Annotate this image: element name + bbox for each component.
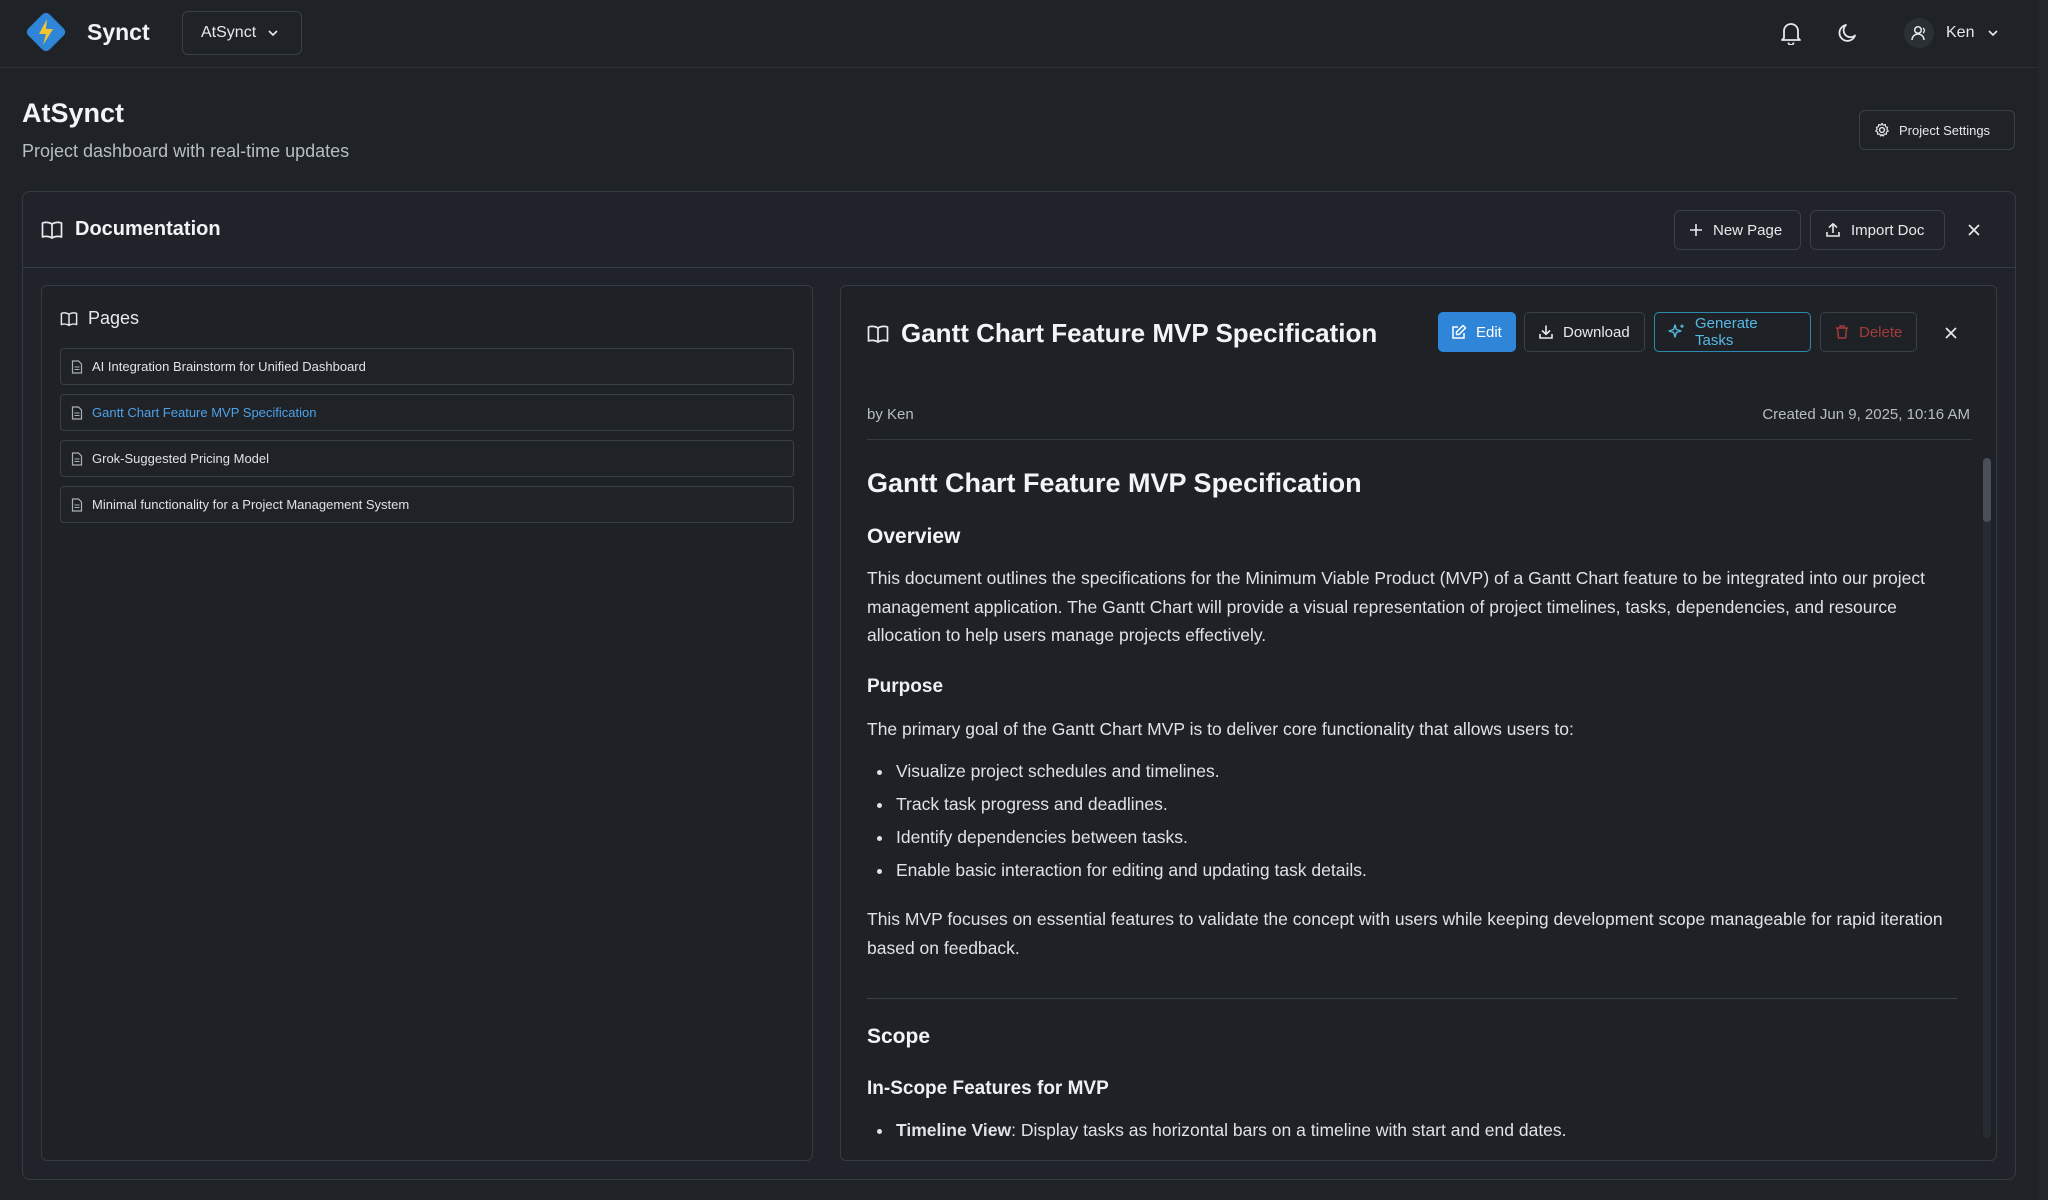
bell-icon[interactable] xyxy=(1778,18,1804,48)
edit-button[interactable]: Edit xyxy=(1438,312,1516,352)
synct-logo[interactable] xyxy=(22,8,70,56)
user-name: Ken xyxy=(1946,24,1975,41)
page-list-item-label: AI Integration Brainstorm for Unified Da… xyxy=(92,359,366,374)
page-list-item-label: Gantt Chart Feature MVP Specification xyxy=(92,405,317,420)
file-icon xyxy=(71,359,83,374)
plus-icon xyxy=(1689,223,1703,237)
trash-icon xyxy=(1834,324,1850,340)
bullet xyxy=(877,803,882,808)
purpose-intro: The primary goal of the Gantt Chart MVP … xyxy=(867,719,1574,739)
document-title-text: Gantt Chart Feature MVP Specification xyxy=(901,318,1378,348)
top-bar: Synct AtSynct Ken xyxy=(0,0,2048,68)
download-label: Download xyxy=(1563,323,1630,341)
download-icon xyxy=(1538,324,1554,340)
pages-title: Pages xyxy=(60,308,139,329)
chevron-down-icon xyxy=(266,26,280,40)
list-item: Visualize project schedules and timeline… xyxy=(877,761,1220,782)
bullet xyxy=(877,836,882,841)
list-item-text: Enable basic interaction for editing and… xyxy=(896,860,1367,880)
content-scrollbar[interactable] xyxy=(1983,458,1991,1138)
pages-title-text: Pages xyxy=(88,308,140,328)
page-list-item-active[interactable]: Gantt Chart Feature MVP Specification xyxy=(60,394,794,431)
documentation-title: Documentation xyxy=(41,218,221,241)
page-scrollbar[interactable] xyxy=(2038,0,2048,1200)
list-item: Track task progress and deadlines. xyxy=(877,794,1168,815)
delete-label: Delete xyxy=(1859,323,1903,341)
documentation-header: Documentation New Page Import Doc xyxy=(23,192,2015,268)
chevron-down-icon xyxy=(1986,26,2000,40)
brand-name: Synct xyxy=(87,19,150,45)
list-item-text: Identify dependencies between tasks. xyxy=(896,827,1188,847)
generate-tasks-label: Generate Tasks xyxy=(1695,315,1758,349)
bullet xyxy=(877,869,882,874)
list-item-text: Visualize project schedules and timeline… xyxy=(896,761,1220,781)
delete-button: Delete xyxy=(1820,312,1917,352)
bullet xyxy=(877,1129,882,1134)
timeline-view-term: Timeline View xyxy=(896,1120,1012,1140)
overview-paragraph: This document outlines the specification… xyxy=(867,568,1925,645)
edit-label: Edit xyxy=(1476,323,1502,341)
user-icon xyxy=(1904,18,1934,48)
moon-icon[interactable] xyxy=(1834,19,1862,47)
import-doc-label: Import Doc xyxy=(1851,221,1925,239)
page-list-item[interactable]: AI Integration Brainstorm for Unified Da… xyxy=(60,348,794,385)
user-menu[interactable]: Ken xyxy=(1898,12,2002,54)
in-scope-heading: In-Scope Features for MVP xyxy=(867,1078,1109,1099)
generate-tasks-button[interactable]: Generate Tasks xyxy=(1654,312,1811,352)
page-list-item-label: Minimal functionality for a Project Mana… xyxy=(92,497,410,512)
documentation-title-text: Documentation xyxy=(75,218,221,240)
book-icon xyxy=(60,311,78,327)
content-heading-1: Gantt Chart Feature MVP Specification xyxy=(867,468,1362,498)
document-created-date: Created Jun 9, 2025, 10:16 AM xyxy=(1762,406,1970,423)
page-list-item[interactable]: Minimal functionality for a Project Mana… xyxy=(60,486,794,523)
section-divider xyxy=(867,998,1957,999)
list-item: Identify dependencies between tasks. xyxy=(877,827,1188,848)
pages-list-card: Pages AI Integration Brainstorm for Unif… xyxy=(41,285,813,1161)
close-icon[interactable] xyxy=(1940,322,1962,344)
document-viewer: Gantt Chart Feature MVP Specification Ed… xyxy=(840,285,1997,1161)
scope-heading: Scope xyxy=(867,1025,931,1048)
import-doc-button[interactable]: Import Doc xyxy=(1810,210,1945,250)
document-title: Gantt Chart Feature MVP Specification xyxy=(867,318,1377,349)
sparkles-icon xyxy=(1668,323,1686,341)
file-icon xyxy=(71,405,83,420)
new-page-label: New Page xyxy=(1713,221,1783,239)
list-item: Enable basic interaction for editing and… xyxy=(877,860,1367,881)
project-selector-label: AtSynct xyxy=(201,24,257,41)
timeline-view-description: : Display tasks as horizontal bars on a … xyxy=(1011,1120,1567,1140)
download-button[interactable]: Download xyxy=(1524,312,1645,352)
project-settings-label: Project Settings xyxy=(1899,122,1991,138)
list-item: Timeline View: Display tasks as horizont… xyxy=(877,1120,1567,1141)
new-page-button[interactable]: New Page xyxy=(1674,210,1801,250)
bullet xyxy=(877,770,882,775)
purpose-heading: Purpose xyxy=(867,676,944,697)
project-selector[interactable]: AtSynct xyxy=(182,11,302,55)
page-list-item-label: Grok-Suggested Pricing Model xyxy=(92,451,270,466)
documentation-panel: Documentation New Page Import Doc Pages xyxy=(22,191,2016,1180)
list-item-text: Timeline View: Display tasks as horizont… xyxy=(896,1120,1567,1141)
scrollbar-thumb[interactable] xyxy=(1983,458,1991,522)
project-settings-button[interactable]: Project Settings xyxy=(1859,110,2015,150)
purpose-outro: This MVP focuses on essential features t… xyxy=(867,909,1943,958)
document-content: Gantt Chart Feature MVP Specification Ov… xyxy=(867,458,1967,1148)
page-subtitle: Project dashboard with real-time updates xyxy=(22,141,350,161)
gear-icon xyxy=(1874,122,1890,138)
upload-icon xyxy=(1825,222,1841,238)
document-author: by Ken xyxy=(867,406,914,423)
book-icon xyxy=(867,324,889,344)
page-list-item[interactable]: Grok-Suggested Pricing Model xyxy=(60,440,794,477)
list-item-text: Track task progress and deadlines. xyxy=(896,794,1168,814)
page-title: AtSynct xyxy=(22,98,125,128)
close-icon[interactable] xyxy=(1963,219,1985,241)
overview-heading: Overview xyxy=(867,525,961,548)
book-icon xyxy=(41,220,63,240)
edit-icon xyxy=(1451,324,1467,340)
file-icon xyxy=(71,451,83,466)
divider xyxy=(867,439,1972,440)
file-icon xyxy=(71,497,83,512)
